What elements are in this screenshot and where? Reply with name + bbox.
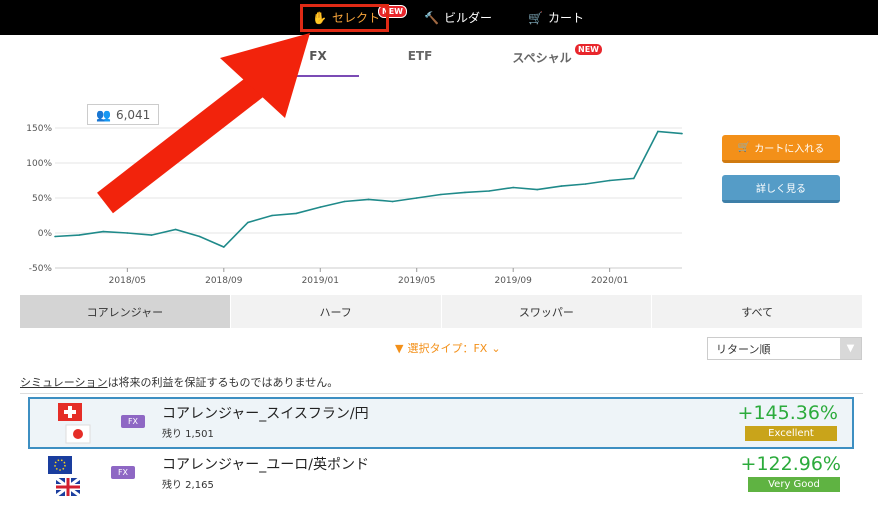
tab-special[interactable]: スペシャル NEW (482, 43, 603, 66)
hammer-icon: 🔨 (424, 10, 439, 25)
data-point (343, 200, 346, 203)
filter-swapper[interactable]: スワッパー (441, 295, 653, 328)
y-tick-label: -50% (29, 264, 53, 274)
sort-value: リターン順 (716, 342, 771, 356)
select-type-toggle[interactable]: ▼ 選択タイプ：FX ⌄ (395, 340, 501, 356)
nav-select-label: セレクト (331, 11, 380, 25)
detail-button[interactable]: 詳しく見る (722, 175, 840, 203)
x-tick-label: 2019/01 (302, 276, 339, 286)
data-point (54, 235, 56, 238)
tab-etf[interactable]: ETF (360, 49, 480, 63)
cart-icon: 🛒 (737, 142, 751, 153)
data-point (560, 185, 563, 187)
y-tick-label: 0% (38, 229, 53, 239)
data-point (367, 198, 370, 201)
data-point (512, 186, 514, 189)
filter-half[interactable]: ハーフ (230, 295, 442, 328)
data-point (536, 188, 539, 191)
y-tick-label: 150% (26, 124, 52, 134)
data-point (126, 232, 129, 234)
data-point (391, 200, 394, 203)
data-point (78, 234, 80, 236)
strategy-row[interactable]: FX コアレンジャー_ユーロ/英ポンド 残り 2,165 +122.96% Ve… (20, 450, 863, 505)
data-point (174, 228, 177, 231)
row-highlight: FX コアレンジャー_スイスフラン/円 残り 1,501 +145.36% Ex… (28, 397, 854, 449)
filter-core-ranger[interactable]: コアレンジャー (20, 295, 231, 328)
strategy-filter-tabs: コアレンジャー ハーフ スワッパー すべて (20, 295, 863, 328)
data-point (488, 190, 490, 192)
add-to-cart-button[interactable]: 🛒 カートに入れる (722, 135, 840, 163)
fx-badge: FX (111, 466, 135, 479)
x-tick-label: 2018/09 (205, 276, 243, 286)
funnel-icon: ▼ (395, 341, 404, 355)
strategy-remaining: 残り 2,165 (162, 480, 214, 491)
data-point (584, 183, 587, 185)
new-badge: NEW (574, 43, 603, 56)
nav-builder-label: ビルダー (443, 11, 492, 25)
strategy-remaining: 残り 1,501 (162, 429, 214, 440)
data-point (247, 221, 249, 224)
nav-cart[interactable]: 🛒 カート (528, 0, 584, 35)
x-tick-label: 2019/09 (494, 276, 532, 286)
strategy-return: +145.36% (737, 402, 838, 424)
y-tick-label: 100% (26, 159, 52, 169)
x-tick-label: 2018/05 (109, 276, 146, 286)
data-point (440, 193, 442, 196)
simulation-link[interactable]: シミュレーション (20, 376, 108, 389)
data-point (198, 235, 201, 238)
strategy-title: コアレンジャー_スイスフラン/円 (162, 406, 369, 422)
chevron-down-icon: ▼ (840, 338, 861, 359)
chf-jpy-flags-icon (58, 403, 91, 444)
rating-badge: Very Good (748, 477, 840, 492)
fx-badge: FX (121, 415, 145, 428)
chevron-down-icon: ⌄ (491, 341, 501, 355)
cart-icon: 🛒 (528, 10, 543, 25)
hand-icon: ✋ (312, 10, 327, 25)
strategy-title: コアレンジャー_ユーロ/英ポンド (162, 457, 370, 473)
disclaimer: シミュレーションは将来の利益を保証するものではありません。 (20, 374, 338, 390)
x-tick-label: 2020/01 (591, 276, 628, 286)
rating-badge: Excellent (745, 426, 837, 441)
new-badge: NEW (378, 5, 407, 18)
x-tick-label: 2019/05 (398, 276, 435, 286)
disclaimer-text: は将来の利益を保証するものではありません。 (107, 376, 339, 389)
data-point (223, 246, 225, 248)
data-point (415, 197, 418, 199)
data-point (681, 132, 683, 135)
strategy-return: +122.96% (740, 453, 841, 475)
annotation-arrow (97, 33, 310, 214)
data-point (632, 177, 635, 180)
data-point (102, 230, 105, 233)
nav-cart-label: カート (547, 11, 584, 25)
filter-all[interactable]: すべて (652, 295, 863, 328)
select-type-label: 選択タイプ：FX (407, 342, 488, 355)
add-to-cart-label: カートに入れる (754, 144, 825, 155)
tab-special-label: スペシャル (512, 51, 572, 65)
data-point (464, 191, 466, 194)
eur-gbp-flags-icon (48, 456, 81, 498)
data-point (608, 179, 611, 182)
sort-select[interactable]: リターン順 ▼ (707, 337, 862, 360)
strategy-row[interactable]: FX コアレンジャー_スイスフラン/円 残り 1,501 +145.36% Ex… (20, 393, 863, 449)
data-point (150, 234, 153, 236)
y-tick-label: 50% (32, 194, 52, 204)
nav-builder[interactable]: 🔨 ビルダー (424, 0, 492, 35)
data-point (657, 130, 659, 133)
